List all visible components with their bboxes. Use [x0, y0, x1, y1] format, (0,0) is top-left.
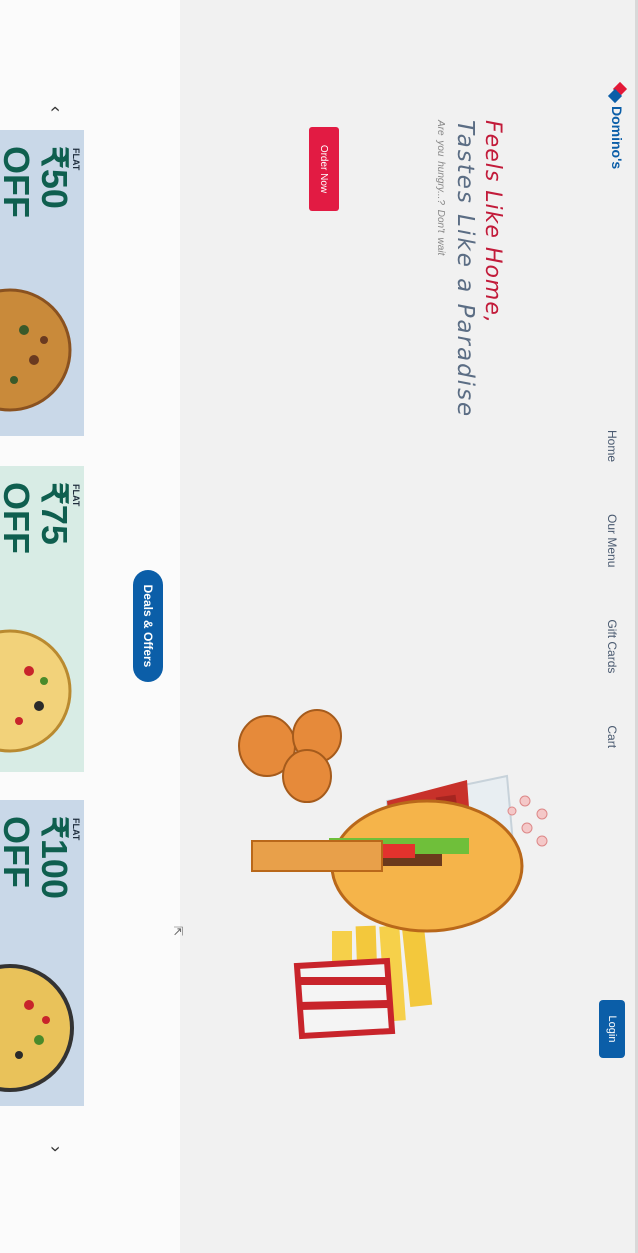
logo[interactable]: Domino's: [607, 81, 628, 170]
order-now-button[interactable]: Order Now: [309, 127, 339, 211]
offer-card-1[interactable]: FLAT ₹50 OFF: [0, 130, 84, 436]
offer-amount: ₹50: [34, 146, 75, 209]
dominos-logo-icon: [607, 81, 628, 104]
headline-line1: Feels Like Home,: [480, 120, 505, 324]
offer-off: OFF: [0, 146, 37, 218]
chevron-right-icon[interactable]: ›: [45, 1146, 66, 1152]
nav-links: Home Our Menu Gift Cards Cart: [605, 430, 619, 800]
nav-link-our-menu[interactable]: Our Menu: [605, 514, 619, 567]
hero-subtext: Are you hungry...? Don't wait: [435, 120, 446, 256]
nuggets-icon: [238, 709, 342, 803]
offer-card-3[interactable]: FLAT ₹100 OFF: [0, 800, 84, 1106]
cursor-icon: ⇱: [171, 926, 185, 937]
offer-card-2[interactable]: FLAT ₹75 OFF: [0, 466, 84, 772]
navbar: Domino's Home Our Menu Gift Cards Cart L…: [585, 0, 635, 1253]
logo-text: Domino's: [609, 106, 625, 170]
fries-icon: [293, 915, 433, 1040]
nav-link-gift-cards[interactable]: Gift Cards: [605, 619, 619, 673]
page: Domino's Home Our Menu Gift Cards Cart L…: [0, 0, 638, 1253]
headline-line2: Tastes Like a Paradise: [452, 120, 478, 419]
nav-link-cart[interactable]: Cart: [605, 725, 619, 748]
deals-offers-button[interactable]: Deals & Offers: [133, 570, 163, 682]
food-illustration: [238, 709, 548, 1040]
offers-carousel: ‹ FLAT ₹50 OFF FLAT ₹75 OFF FLAT ₹100 OF…: [0, 0, 86, 1253]
hero-headline: Feels Like Home, Tastes Like a Paradise …: [435, 120, 505, 418]
offer-amount: ₹100: [34, 816, 75, 899]
burger-icon: [251, 799, 524, 933]
hero-section: Domino's Home Our Menu Gift Cards Cart L…: [180, 0, 638, 1253]
nav-link-home[interactable]: Home: [605, 430, 619, 462]
offer-amount: ₹75: [34, 482, 75, 545]
offer-off: OFF: [0, 816, 37, 888]
chevron-left-icon[interactable]: ‹: [45, 106, 66, 112]
login-button[interactable]: Login: [599, 1000, 625, 1058]
offer-off: OFF: [0, 482, 37, 554]
